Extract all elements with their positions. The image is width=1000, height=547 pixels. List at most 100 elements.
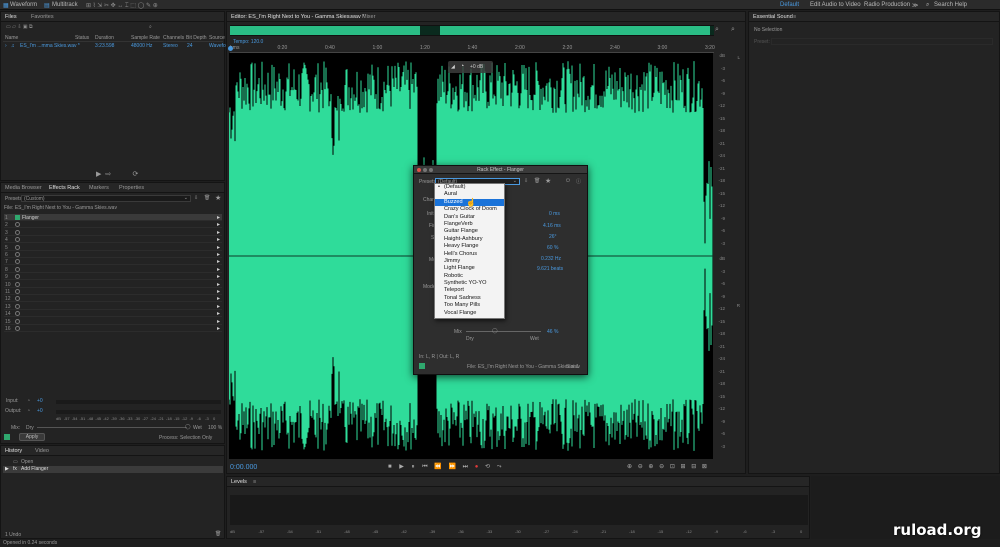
favorite-star-icon[interactable]: ★ [215,194,221,202]
stop-icon[interactable]: ■ [388,464,392,470]
markers-tab[interactable]: Markers [89,185,109,191]
stereo-phasing-value[interactable]: 26° [549,234,557,240]
slot-power-icon[interactable] [15,252,20,257]
mod-beats-value[interactable]: 9.621 beats [537,266,563,272]
files-toolbar-icons[interactable]: ▭ ▱ ⇩ ▣ ⧉ [6,24,33,30]
slot-arrow-icon[interactable]: ▸ [217,214,220,221]
col-name[interactable]: Name [5,35,18,41]
preset-option[interactable]: Guitar Flange [435,228,504,235]
slot-power-icon[interactable] [15,266,20,272]
col-status[interactable]: Status [75,35,89,41]
preset-option[interactable]: Teleport [435,287,504,294]
preset-option[interactable]: FlangeVerb [435,221,504,228]
volume-hud[interactable]: ◢ ◔ +0 dB [448,61,493,73]
slot-arrow-icon[interactable]: ▸ [217,251,220,258]
search-icon[interactable]: ⌕ [926,2,929,9]
record-icon[interactable]: ● [475,464,479,470]
file-row[interactable]: › ♫ ES_I'm ...mma Skies.wav * 3:23.598 4… [3,43,226,50]
rack-slot-11[interactable]: 11 ▸ [4,288,222,295]
slot-power-icon[interactable] [15,289,20,294]
zoom-out-time-icon[interactable]: ⊖ [659,464,664,470]
workspace-menu-icon[interactable]: ≫ [912,2,918,9]
close-icon[interactable] [417,168,421,172]
zoom-left-icon[interactable]: ⊟ [691,464,696,470]
playhead-marker-icon[interactable] [228,46,233,51]
slot-power-icon[interactable] [15,259,20,265]
slot-arrow-icon[interactable]: ▸ [217,288,220,295]
waveform-mode-icon[interactable]: ▦ [3,2,9,9]
slot-power-icon[interactable] [15,237,20,243]
rack-slot-1[interactable]: 1 Flanger ▸ [4,214,222,221]
col-channels[interactable]: Channels [163,35,184,41]
zoom-selection-icon[interactable]: ⊞ [681,464,686,470]
col-bit-depth[interactable]: Bit Depth [186,35,207,41]
slot-power-icon[interactable] [15,303,20,309]
rack-slot-8[interactable]: 8 ▸ [4,266,222,273]
slot-arrow-icon[interactable]: ▸ [217,236,220,243]
input-knob-icon[interactable]: ◔ [27,398,30,404]
history-item-open[interactable]: ▭ Open [3,459,223,466]
output-knob-icon[interactable]: ◔ [27,408,30,414]
dialog-info-icon[interactable]: ⓘ [576,178,581,185]
mixer-tab[interactable]: Mixer [362,14,375,20]
video-tab[interactable]: Video [35,448,49,454]
history-delete-icon[interactable]: 🗑 [215,531,221,537]
timecode-display[interactable]: 0:00.000 [230,464,257,471]
slot-arrow-icon[interactable]: ▸ [217,229,220,236]
workspace-default[interactable]: Default [780,2,799,8]
col-duration[interactable]: Duration [95,35,114,41]
multitrack-mode-icon[interactable]: ▤ [44,2,50,9]
rack-slot-6[interactable]: 6 ▸ [4,251,222,258]
rewind-icon[interactable]: ⏪ [434,464,441,470]
preset-option[interactable]: Vocal Flange [435,310,504,317]
mod-rate-value[interactable]: 0.232 Hz [541,256,561,262]
preset-option[interactable]: Robotic [435,273,504,280]
loop-icon[interactable]: ⟲ [485,464,490,470]
hud-value[interactable]: +0 dB [470,64,483,70]
preset-option[interactable]: Tonal Sadness [435,295,504,302]
rack-slot-5[interactable]: 5 ▸ [4,244,222,251]
files-tab[interactable]: Files [5,14,17,20]
rack-slot-15[interactable]: 15 ▸ [4,318,222,325]
zoom-out-full-icon[interactable]: ⌕ [715,26,719,34]
minimize-icon[interactable] [423,168,427,172]
rack-slot-3[interactable]: 3 ▸ [4,229,222,236]
properties-tab[interactable]: Properties [119,185,144,191]
overview-waveform[interactable] [230,25,714,36]
slot-power-icon[interactable] [15,281,20,287]
preset-option[interactable]: Heavy Flange [435,243,504,250]
initial-delay-value[interactable]: 0 ms [549,211,560,217]
rack-slot-16[interactable]: 16 ▸ [4,325,222,332]
essential-preset-dropdown[interactable] [771,38,993,45]
go-start-icon[interactable]: ⏮ [422,464,427,470]
dialog-mix-handle-icon[interactable]: ◯ [492,328,498,334]
workspace-radio[interactable]: Radio Production [864,2,910,8]
zoom-right-icon[interactable]: ⊠ [702,464,707,470]
channel-r-label[interactable]: R [737,303,740,308]
slot-arrow-icon[interactable]: ▸ [217,303,220,310]
levels-menu-icon[interactable]: ≡ [253,479,256,485]
preset-option[interactable]: Light Flange [435,265,504,272]
channel-switches[interactable]: L R [728,53,740,459]
toolbar-icons[interactable]: ⊞ ⌇ ⇲ ✂ ✥ ↔ ⌶ ⬚ ◯ ✎ ⊕ [86,2,158,10]
preset-option[interactable]: Crazy Clock of Doom [435,206,504,213]
fast-forward-icon[interactable]: ⏩ [449,464,456,470]
final-delay-value[interactable]: 4.16 ms [543,223,561,229]
pause-icon[interactable]: ⏸ [412,464,415,470]
slot-arrow-icon[interactable]: ▸ [217,295,220,302]
mix-slider-handle-icon[interactable]: ◯ [185,424,191,430]
slot-power-icon[interactable] [15,326,20,331]
search-help-field[interactable]: Search Help [934,2,967,8]
slot-power-icon[interactable] [15,215,20,220]
slot-arrow-icon[interactable]: ▸ [217,281,220,288]
dialog-mix-slider[interactable] [466,331,541,332]
files-search-icon[interactable]: ⌕ [149,24,152,30]
dialog-power-icon[interactable]: ⏻ [566,178,570,184]
rack-slot-9[interactable]: 9 ▸ [4,273,222,281]
workspace-edit-video[interactable]: Edit Audio to Video [810,2,861,8]
slot-arrow-icon[interactable]: ▸ [217,266,220,273]
dialog-favorite-icon[interactable]: ★ [545,177,551,185]
favorites-tab[interactable]: Favorites [31,14,54,20]
waveform-tab[interactable]: Waveform [10,2,37,8]
dialog-delete-preset-icon[interactable]: 🗑 [534,178,540,184]
